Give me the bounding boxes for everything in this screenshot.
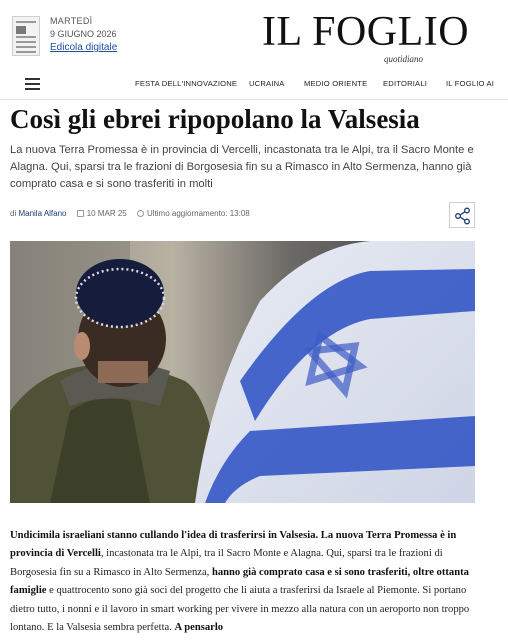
hamburger-icon[interactable] xyxy=(25,78,40,90)
article-photo xyxy=(10,241,475,503)
nav-item-medio-oriente[interactable]: MEDIO ORIENTE xyxy=(304,79,367,88)
logo-subtitle: quotidiano xyxy=(384,54,424,64)
weekday: MARTEDÌ xyxy=(50,16,93,26)
share-button[interactable] xyxy=(449,202,475,228)
body-text-continued: e quattrocento sono già soci del progett… xyxy=(10,585,470,634)
author-link[interactable]: Manila Alfano xyxy=(18,209,66,218)
calendar-icon xyxy=(76,210,84,217)
newspaper-thumbnail[interactable] xyxy=(12,16,40,56)
date-block: MARTEDÌ 9 GIUGNO 2026 Edicola digitale xyxy=(50,15,117,54)
clock-icon xyxy=(137,210,144,217)
edicola-digitale-link[interactable]: Edicola digitale xyxy=(50,42,117,53)
publish-date: 10 MAR 25 xyxy=(86,209,127,218)
nav-item-festa-innovazione[interactable]: FESTA DELL'INNOVAZIONE xyxy=(135,79,237,88)
updated-label: Ultimo aggiornamento: xyxy=(147,209,228,218)
nav-item-ucraina[interactable]: UCRAINA xyxy=(249,79,285,88)
article-body-paragraph: Undicimila israeliani stanno cullando l'… xyxy=(10,527,480,637)
nav-item-il-foglio-ai[interactable]: IL FOGLIO AI xyxy=(446,79,494,88)
updated-time: 13:08 xyxy=(229,209,250,218)
main-nav: FESTA DELL'INNOVAZIONE UCRAINA MEDIO ORI… xyxy=(0,68,508,100)
article-subtitle: La nuova Terra Promessa è in provincia d… xyxy=(10,144,474,190)
byline-prefix: di xyxy=(10,209,17,218)
site-logo[interactable]: IL FOGLIO xyxy=(262,8,469,56)
article-title: Così gli ebrei ripopolano la Valsesia xyxy=(10,104,420,134)
share-icon xyxy=(455,207,470,225)
masthead: MARTEDÌ 9 GIUGNO 2026 Edicola digitale I… xyxy=(0,0,508,68)
date: 9 GIUGNO 2026 xyxy=(50,29,117,39)
nav-item-editoriali[interactable]: EDITORIALI xyxy=(383,79,427,88)
byline: di Manila Alfano 10 MAR 25 Ultimo aggior… xyxy=(10,209,250,218)
body-bold-tail: A pensarlo xyxy=(174,622,224,634)
